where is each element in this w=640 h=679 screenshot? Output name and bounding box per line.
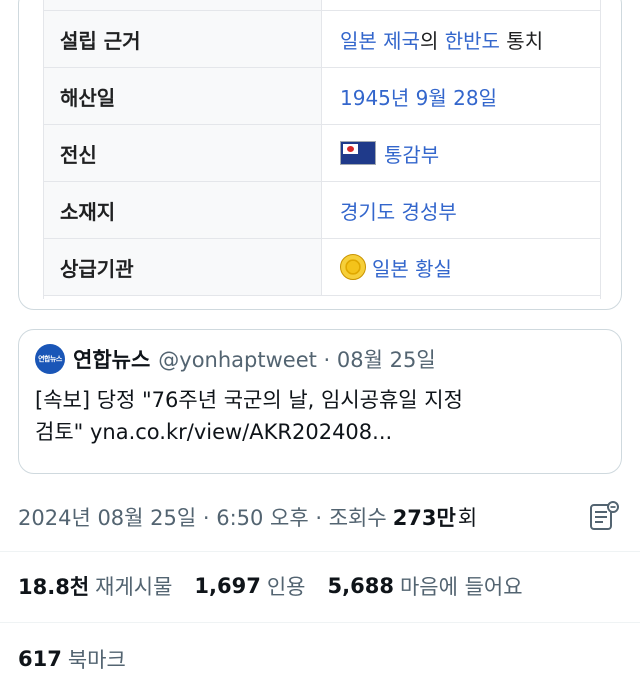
link-dissolution-date[interactable]: 1945년 9월 28일 [322, 68, 600, 124]
link-location[interactable]: 경기도 경성부 [322, 182, 600, 238]
divider [0, 622, 640, 623]
infobox-row-top [43, 0, 601, 11]
link-japan-empire[interactable]: 일본 제국 [340, 25, 420, 54]
infobox-row-dissolved: 해산일 1945년 9월 28일 [43, 68, 601, 125]
text-particle: 의 [419, 28, 445, 53]
infobox-table: 설립 근거 일본 제국 의 한반도 통치 해산일 1945년 9월 28일 전신… [43, 0, 601, 296]
bookmarks-stat[interactable]: 617 북마크 [18, 640, 126, 678]
infobox-value: 일본 제국 의 한반도 통치 [322, 11, 600, 67]
infobox-row-predecessor: 전신 통감부 [43, 125, 601, 182]
infobox-card: 설립 근거 일본 제국 의 한반도 통치 해산일 1945년 9월 28일 전신… [18, 0, 622, 310]
quote-author-name[interactable]: 연합뉴스 [73, 344, 150, 374]
tweet-stats: 18.8천 재게시물 1,697 인용 5,688 마음에 들어요 [18, 566, 545, 606]
views-unit: 회 [457, 506, 478, 530]
quote-tweet-header: 연합뉴스 연합뉴스 @yonhaptweet · 08월 25일 [35, 344, 605, 374]
quote-author-handle-time: @yonhaptweet · 08월 25일 [158, 348, 436, 372]
quote-tweet-text: [속보] 당정 "76주년 국군의 날, 임시공휴일 지정 검토" yna.co… [35, 388, 463, 444]
infobox-key: 설립 근거 [44, 11, 322, 67]
text-rule: 통치 [499, 28, 544, 53]
likes-stat[interactable]: 5,688 마음에 들어요 [328, 571, 523, 601]
quote-tweet-card[interactable]: 연합뉴스 연합뉴스 @yonhaptweet · 08월 25일 [속보] 당정… [18, 329, 622, 474]
link-imperial-house[interactable]: 일본 황실 [372, 253, 452, 282]
views-count: 273만 [392, 506, 456, 530]
infobox-row-location: 소재지 경기도 경성부 [43, 182, 601, 239]
note-icon[interactable] [586, 499, 620, 533]
link-korean-peninsula[interactable]: 한반도 [445, 25, 500, 54]
tweet-datetime[interactable]: 2024년 08월 25일 · 6:50 오후 · 조회수 [18, 502, 387, 532]
tweet-meta: 2024년 08월 25일 · 6:50 오후 · 조회수 273만 회 [18, 497, 622, 537]
infobox-key: 소재지 [44, 182, 322, 238]
infobox-key: 해산일 [44, 68, 322, 124]
infobox-key: 전신 [44, 125, 322, 181]
imperial-seal-icon [340, 254, 366, 280]
infobox-row-basis: 설립 근거 일본 제국 의 한반도 통치 [43, 11, 601, 68]
divider [0, 551, 640, 552]
avatar[interactable]: 연합뉴스 [35, 344, 65, 374]
flag-icon [340, 141, 376, 165]
quotes-stat[interactable]: 1,697 인용 [194, 571, 305, 601]
retweets-stat[interactable]: 18.8천 재게시물 [18, 571, 172, 601]
link-residency-general[interactable]: 통감부 [384, 139, 439, 168]
